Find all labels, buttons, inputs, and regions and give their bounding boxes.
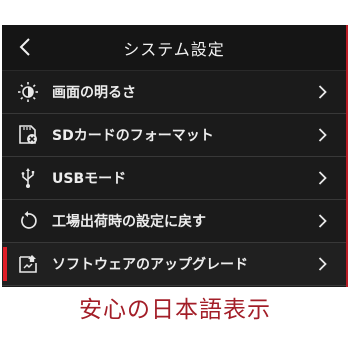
- reset-icon: [16, 209, 40, 233]
- brightness-icon: [16, 80, 40, 104]
- header-bar: システム設定: [2, 25, 346, 71]
- caption-text: 安心の日本語表示: [79, 297, 271, 323]
- menu-item-usb-mode[interactable]: USBモード: [2, 157, 346, 200]
- chevron-right-icon: [314, 127, 330, 143]
- chevron-left-icon: [19, 38, 31, 56]
- chevron-right-icon: [314, 84, 330, 100]
- usb-icon: [16, 166, 40, 190]
- settings-menu: 画面の明るさ SDカードのフォーマット USBモード 工場出荷時の設定に戻す ソ…: [2, 71, 346, 286]
- menu-item-software-upgrade[interactable]: ソフトウェアのアップグレード: [2, 243, 346, 286]
- menu-item-label: ソフトウェアのアップグレード: [52, 257, 248, 273]
- chevron-right-icon: [314, 170, 330, 186]
- menu-item-label: USBモード: [52, 171, 127, 187]
- software-upgrade-icon: [16, 252, 40, 276]
- menu-item-factory-reset[interactable]: 工場出荷時の設定に戻す: [2, 200, 346, 243]
- menu-item-label: SDカードのフォーマット: [52, 128, 214, 144]
- menu-item-brightness[interactable]: 画面の明るさ: [2, 71, 346, 114]
- menu-item-sd-format[interactable]: SDカードのフォーマット: [2, 114, 346, 157]
- chevron-right-icon: [314, 213, 330, 229]
- menu-item-label: 工場出荷時の設定に戻す: [52, 214, 206, 230]
- chevron-right-icon: [314, 256, 330, 272]
- back-button[interactable]: [14, 35, 36, 59]
- menu-item-label: 画面の明るさ: [52, 85, 136, 101]
- settings-screen: システム設定 画面の明るさ SDカードのフォーマット USBモード 工場出荷時の…: [2, 25, 348, 287]
- sd-card-format-icon: [16, 123, 40, 147]
- page-title: システム設定: [123, 39, 225, 59]
